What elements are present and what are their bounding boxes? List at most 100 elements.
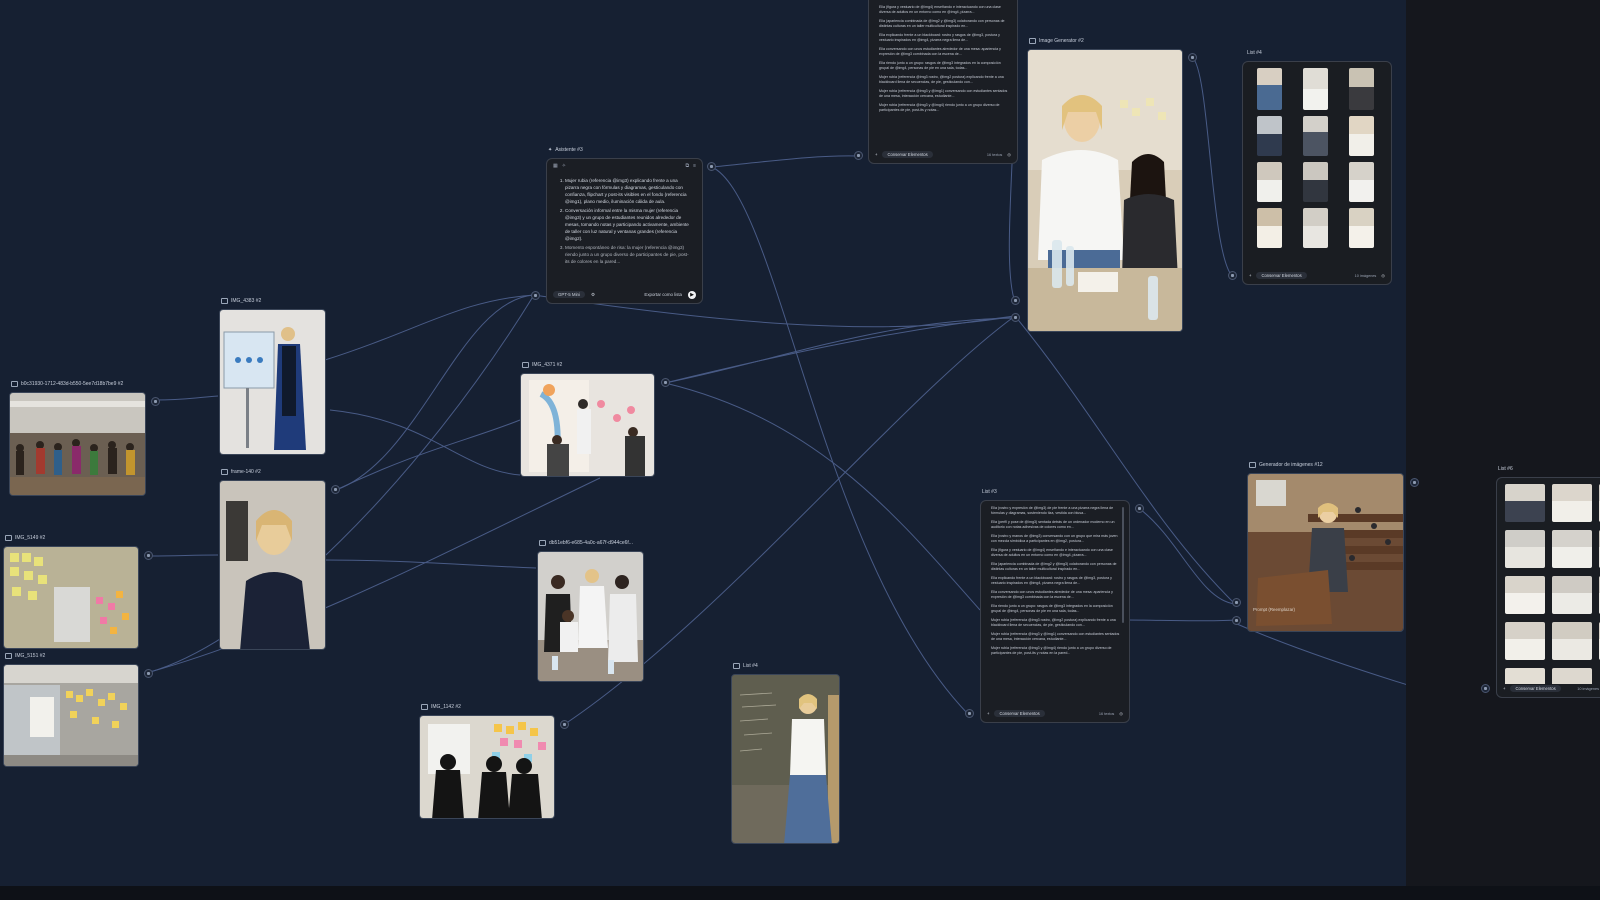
thumbnail[interactable]	[1303, 116, 1328, 156]
keep-elements-select[interactable]: Conservar Elementos	[1510, 685, 1561, 692]
output-port[interactable]	[661, 378, 670, 387]
image-node-frame-140[interactable]: frame-140 #2	[219, 469, 326, 650]
output-port[interactable]	[1135, 504, 1144, 513]
thumbnail[interactable]	[1505, 576, 1545, 614]
sparkle-tool-icon[interactable]: ✧	[562, 163, 566, 169]
prompt-caption: Prompt (Reemplazar)	[1253, 607, 1295, 612]
output-port[interactable]	[1410, 478, 1419, 487]
list-item: Mujer rubia (referencia @img3 y @img4) r…	[879, 103, 1000, 112]
node-title: List #4	[1247, 50, 1262, 56]
add-icon[interactable]: +	[1503, 686, 1505, 691]
list-node-4-grid[interactable]: List #4 + Conservar Elementos 10 imágene…	[1242, 50, 1392, 285]
thumbnail[interactable]	[1303, 68, 1328, 110]
thumbnail[interactable]	[1257, 116, 1282, 156]
list-item: Ella (rostro y manos de @img3) conversan…	[991, 534, 1118, 543]
image-node-img-5149[interactable]: IMG_5149 #2	[3, 535, 139, 649]
output-port[interactable]	[144, 669, 153, 678]
input-port[interactable]	[1481, 684, 1490, 693]
input-port[interactable]	[1011, 296, 1020, 305]
send-icon[interactable]: ▶	[688, 290, 696, 299]
output-port[interactable]	[560, 720, 569, 729]
list-footer: + Conservar Elementos 10 imágenes	[1503, 684, 1599, 693]
image-node-img-1142[interactable]: IMG_1142 #2	[419, 704, 555, 819]
menu-icon[interactable]: ≡	[693, 163, 696, 169]
input-port[interactable]	[1232, 616, 1241, 625]
thumbnail[interactable]	[1303, 208, 1328, 248]
thumbnail[interactable]	[1257, 68, 1282, 110]
assistant-footer: GPT-5 Mini ⚙ Exportar como lista ▶	[553, 290, 696, 299]
assistant-node[interactable]: ✦Asistente #3 ▦ ✧ ⧉ ≡ Mujer rubia (refer…	[546, 147, 703, 304]
node-image	[219, 480, 326, 650]
list-item: Mujer rubia (referencia @img3 y @img1) c…	[991, 632, 1120, 641]
list-node-6[interactable]: List #6 + Conservar Elementos 10 imágene…	[1496, 466, 1600, 698]
thumbnail[interactable]	[1552, 530, 1592, 568]
grid-icon[interactable]: ▦	[553, 163, 558, 169]
output-port[interactable]	[707, 162, 716, 171]
response-item: Momento espontáneo de risa: la mujer (re…	[565, 244, 692, 265]
thumbnail[interactable]	[1349, 162, 1374, 202]
check-icon[interactable]: ◎	[1381, 273, 1385, 278]
image-icon	[1029, 38, 1036, 44]
list-node-top[interactable]: Ella (figura y vestuario de @img4) enseñ…	[868, 0, 1018, 164]
thumbnail[interactable]	[1257, 208, 1282, 248]
list-item: Mujer rubia (referencia @img3 y @img1) c…	[879, 89, 1008, 98]
input-port[interactable]	[854, 151, 863, 160]
image-node-b0c31930[interactable]: b0c31930-1712-483d-b550-5ee7d18b7be9 #2	[9, 381, 146, 496]
list-node-3[interactable]: List #3 Ella (rostro y expresión de @img…	[980, 489, 1130, 723]
thumbnail[interactable]	[1349, 208, 1374, 248]
image-node-list4-blackboard[interactable]: List #4	[731, 663, 840, 844]
item-count: 16 textos	[986, 152, 1003, 157]
add-icon[interactable]: +	[875, 152, 877, 157]
output-port[interactable]	[331, 485, 340, 494]
thumbnail[interactable]	[1552, 484, 1592, 522]
input-port[interactable]	[965, 709, 974, 718]
model-select[interactable]: GPT-5 Mini	[553, 291, 585, 298]
thumbnail[interactable]	[1552, 622, 1592, 660]
list-item: Ella (figura y vestuario de @img4) enseñ…	[879, 5, 1001, 14]
node-title: List #6	[1498, 466, 1513, 472]
output-port[interactable]	[1188, 53, 1197, 62]
list-footer: + Conservar Elementos 16 textos ◎	[875, 150, 1011, 159]
list-item: Ella (rostro y expresión de @img3) de pi…	[991, 506, 1114, 515]
node-title: IMG_4383 #2	[221, 298, 261, 304]
input-port[interactable]	[1228, 271, 1237, 280]
node-image	[419, 715, 555, 819]
image-generator-node-12[interactable]: Generador de imágenes #12 Prompt (Reempl…	[1247, 462, 1404, 632]
keep-elements-select[interactable]: Conservar Elementos	[1256, 272, 1307, 279]
input-port[interactable]	[1011, 313, 1020, 322]
output-port[interactable]	[151, 397, 160, 406]
copy-icon[interactable]: ⧉	[686, 163, 690, 169]
image-node-img-5151[interactable]: IMG_5151 #2	[3, 653, 139, 767]
node-title: IMG_4371 #2	[522, 362, 562, 368]
check-icon[interactable]: ◎	[1119, 711, 1123, 716]
thumbnail[interactable]	[1505, 530, 1545, 568]
list-items: Ella (rostro y expresión de @img3) de pi…	[981, 501, 1129, 656]
thumbnail[interactable]	[1552, 576, 1592, 614]
export-button[interactable]: Exportar como lista	[644, 292, 682, 297]
settings-icon[interactable]: ⚙	[591, 292, 595, 298]
thumbnail[interactable]	[1505, 622, 1545, 660]
check-icon[interactable]: ◎	[1007, 152, 1011, 157]
add-icon[interactable]: +	[987, 711, 989, 716]
bottom-bar	[0, 886, 1600, 900]
keep-elements-select[interactable]: Conservar Elementos	[882, 151, 933, 158]
image-node-img-4383[interactable]: IMG_4383 #2	[219, 298, 326, 455]
image-generator-node-2[interactable]: Image Generator #2	[1027, 38, 1183, 332]
list-footer: + Conservar Elementos 16 textos ◎	[987, 709, 1123, 718]
input-port[interactable]	[1232, 598, 1241, 607]
assistant-toolbar: ▦ ✧ ⧉ ≡	[547, 159, 702, 173]
add-icon[interactable]: +	[1249, 273, 1251, 278]
input-port[interactable]	[531, 291, 540, 300]
output-port[interactable]	[144, 551, 153, 560]
thumbnail[interactable]	[1303, 162, 1328, 202]
thumbnail[interactable]	[1257, 162, 1282, 202]
thumbnail[interactable]	[1349, 68, 1374, 110]
scrollbar[interactable]	[1122, 507, 1124, 623]
thumbnail[interactable]	[1349, 116, 1374, 156]
thumbnail[interactable]	[1505, 484, 1545, 522]
node-image	[219, 309, 326, 455]
image-list-panel: + Conservar Elementos 10 imágenes	[1496, 477, 1600, 698]
image-node-db51ebf6[interactable]: db51ebf6-e685-4a0c-a67f-d944ce6f...	[537, 540, 644, 682]
keep-elements-select[interactable]: Conservar Elementos	[994, 710, 1045, 717]
image-node-img-4371[interactable]: IMG_4371 #2	[520, 362, 655, 477]
